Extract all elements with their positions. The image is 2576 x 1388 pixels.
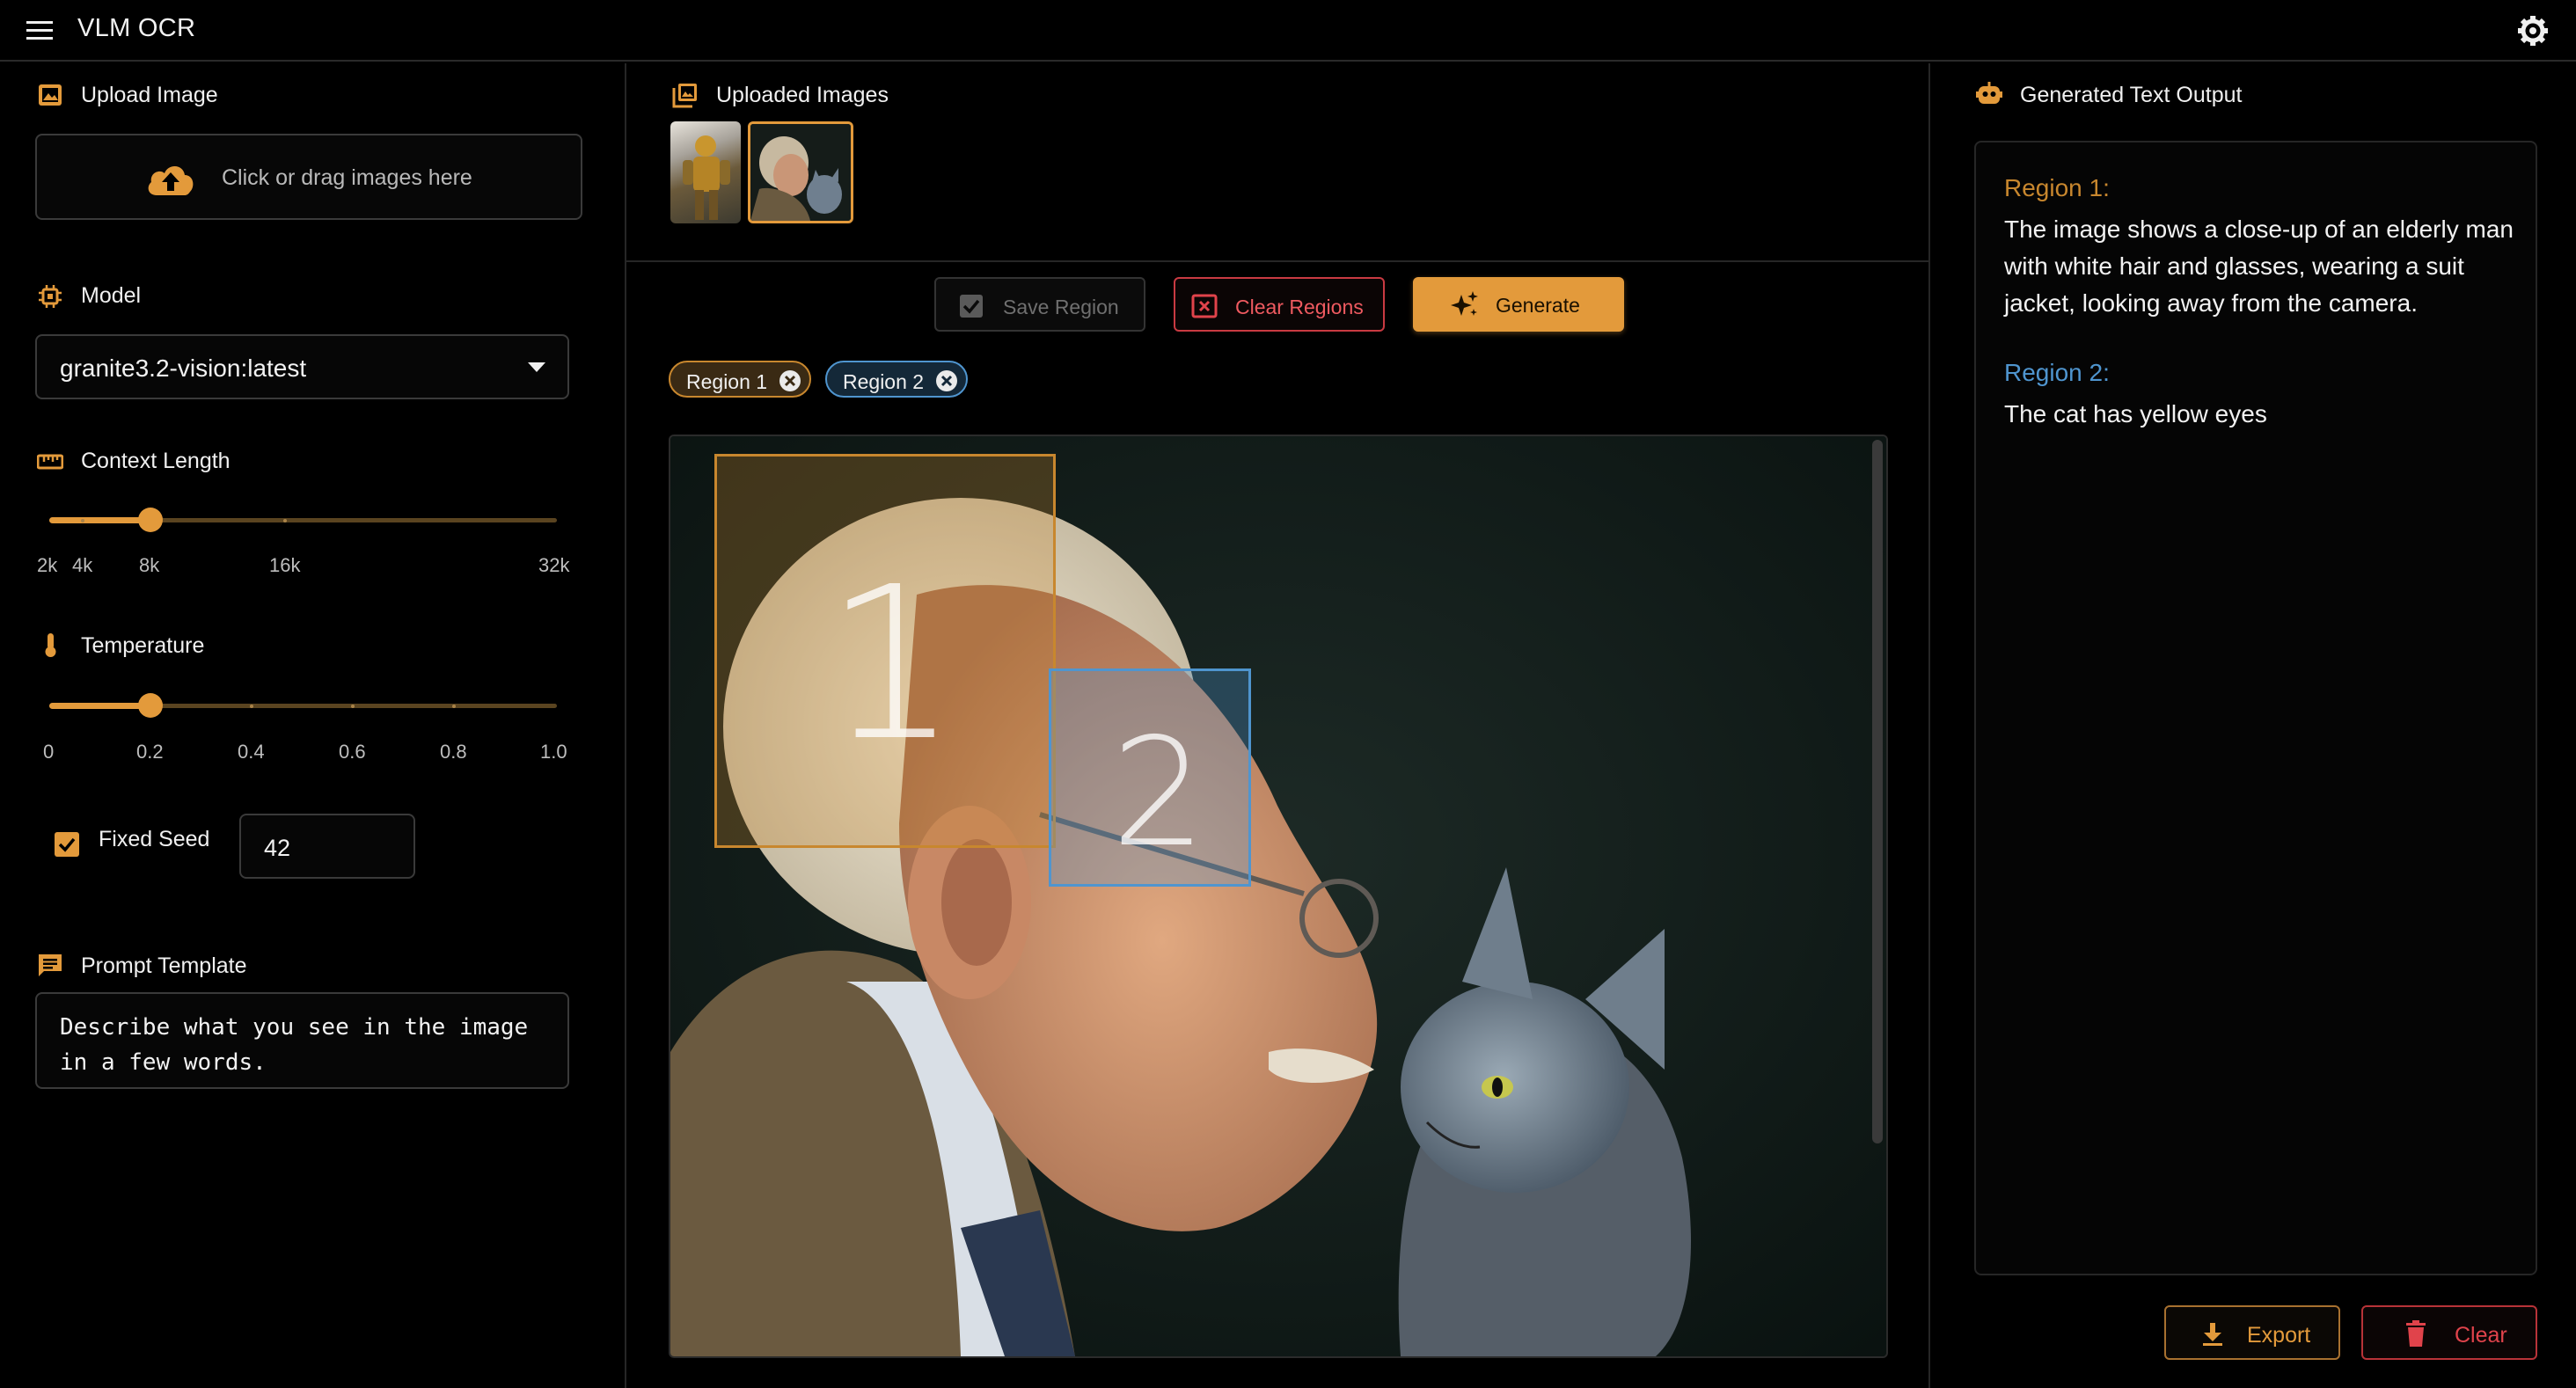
model-select[interactable]: granite3.2-vision:latest — [35, 334, 569, 399]
remove-chip-icon[interactable] — [779, 370, 801, 391]
slider-fill — [49, 703, 151, 709]
result-region-2-text: The cat has yellow eyes — [2004, 400, 2267, 427]
checkbox-icon — [960, 295, 983, 318]
upload-label: Upload Image — [81, 83, 218, 107]
close-icon — [940, 375, 953, 387]
man-and-cat-image — [750, 124, 851, 221]
chevron-down-icon — [528, 362, 545, 372]
prompt-template-textarea[interactable]: Describe what you see in the image in a … — [35, 992, 569, 1089]
clear-regions-button[interactable]: Clear Regions — [1174, 277, 1385, 332]
image-icon — [39, 84, 62, 106]
dropzone-text: Click or drag images here — [222, 165, 472, 190]
fixed-seed-checkbox[interactable] — [55, 832, 79, 857]
app-title: VLM OCR — [77, 14, 196, 42]
robot-image — [683, 135, 730, 220]
tick-label: 16k — [269, 554, 301, 576]
region-box-1[interactable]: 1 — [714, 454, 1056, 848]
clear-output-label: Clear — [2455, 1323, 2507, 1348]
tick-label: 0.4 — [238, 741, 265, 763]
tick-label: 0.2 — [136, 741, 164, 763]
generated-output-panel: Region 1: The image shows a close-up of … — [1974, 141, 2537, 1275]
slider-fill — [49, 517, 151, 523]
temperature-label: Temperature — [81, 633, 205, 658]
images-icon — [672, 84, 697, 108]
message-icon — [39, 954, 62, 976]
prompt-template-value: Describe what you see in the image in a … — [60, 1014, 542, 1076]
seed-input[interactable]: 42 — [239, 814, 415, 879]
slider-tick — [452, 705, 456, 708]
region-chip-2[interactable]: Region 2 — [825, 361, 968, 398]
tick-label: 4k — [72, 554, 93, 576]
tick-label: 2k — [37, 554, 58, 576]
slider-tick — [283, 519, 287, 522]
image-thumbnail[interactable] — [670, 121, 741, 223]
output-title: Generated Text Output — [2020, 83, 2243, 107]
slider-tick — [250, 705, 253, 708]
close-box-icon — [1191, 294, 1218, 318]
save-region-button[interactable]: Save Region — [934, 277, 1145, 332]
menu-icon[interactable] — [26, 19, 55, 42]
export-label: Export — [2247, 1323, 2311, 1348]
robot-icon — [1976, 82, 2002, 104]
slider-thumb[interactable] — [138, 693, 163, 718]
result-region-1-text: The image shows a close-up of an elderly… — [2004, 216, 2514, 317]
chip-icon — [39, 285, 62, 308]
region-number: 2 — [1111, 706, 1207, 880]
slider-thumb[interactable] — [138, 508, 163, 532]
region-number: 1 — [824, 541, 959, 787]
check-icon — [58, 837, 76, 852]
clear-output-button[interactable]: Clear — [2361, 1305, 2537, 1360]
remove-chip-icon[interactable] — [936, 370, 957, 391]
image-thumbnail-selected[interactable] — [748, 121, 853, 223]
thermometer-icon — [45, 633, 56, 657]
clear-regions-label: Clear Regions — [1235, 296, 1364, 318]
tick-label: 0 — [43, 741, 55, 763]
tick-label: 0.8 — [440, 741, 467, 763]
app-header: VLM OCR — [0, 0, 2576, 62]
prompt-template-label: Prompt Template — [81, 953, 247, 978]
tick-label: 8k — [139, 554, 160, 576]
export-button[interactable]: Export — [2164, 1305, 2340, 1360]
region-box-2[interactable]: 2 — [1049, 668, 1251, 887]
ruler-icon — [37, 454, 63, 470]
model-label: Model — [81, 283, 142, 308]
download-icon — [2203, 1323, 2222, 1346]
settings-gear-icon[interactable] — [2516, 14, 2550, 47]
sparkles-icon — [1451, 291, 1478, 316]
close-icon — [784, 375, 796, 387]
slider-tick — [81, 519, 84, 522]
uploaded-images-label: Uploaded Images — [716, 83, 889, 107]
model-selected-value: granite3.2-vision:latest — [60, 354, 307, 382]
slider-tick — [351, 705, 355, 708]
tick-label: 0.6 — [339, 741, 366, 763]
image-canvas[interactable]: 1 2 — [669, 435, 1888, 1358]
region-chip-1[interactable]: Region 1 — [669, 361, 811, 398]
trash-icon — [2406, 1320, 2426, 1347]
region-chip-label: Region 1 — [686, 370, 768, 393]
context-length-label: Context Length — [81, 449, 231, 473]
canvas-scrollbar[interactable] — [1872, 440, 1883, 1143]
toolbar-divider — [626, 260, 1930, 262]
generate-button[interactable]: Generate — [1413, 277, 1624, 332]
image-dropzone[interactable]: Click or drag images here — [35, 134, 582, 220]
seed-value: 42 — [264, 835, 291, 861]
result-region-1-label: Region 1: — [2004, 174, 2110, 201]
tick-label: 32k — [538, 554, 570, 576]
generate-label: Generate — [1496, 294, 1580, 317]
tick-label: 1.0 — [540, 741, 567, 763]
result-region-2-label: Region 2: — [2004, 359, 2110, 386]
region-chip-label: Region 2 — [843, 370, 925, 393]
fixed-seed-label: Fixed Seed — [99, 827, 210, 851]
cloud-upload-icon — [148, 165, 194, 195]
save-region-label: Save Region — [1003, 296, 1119, 318]
